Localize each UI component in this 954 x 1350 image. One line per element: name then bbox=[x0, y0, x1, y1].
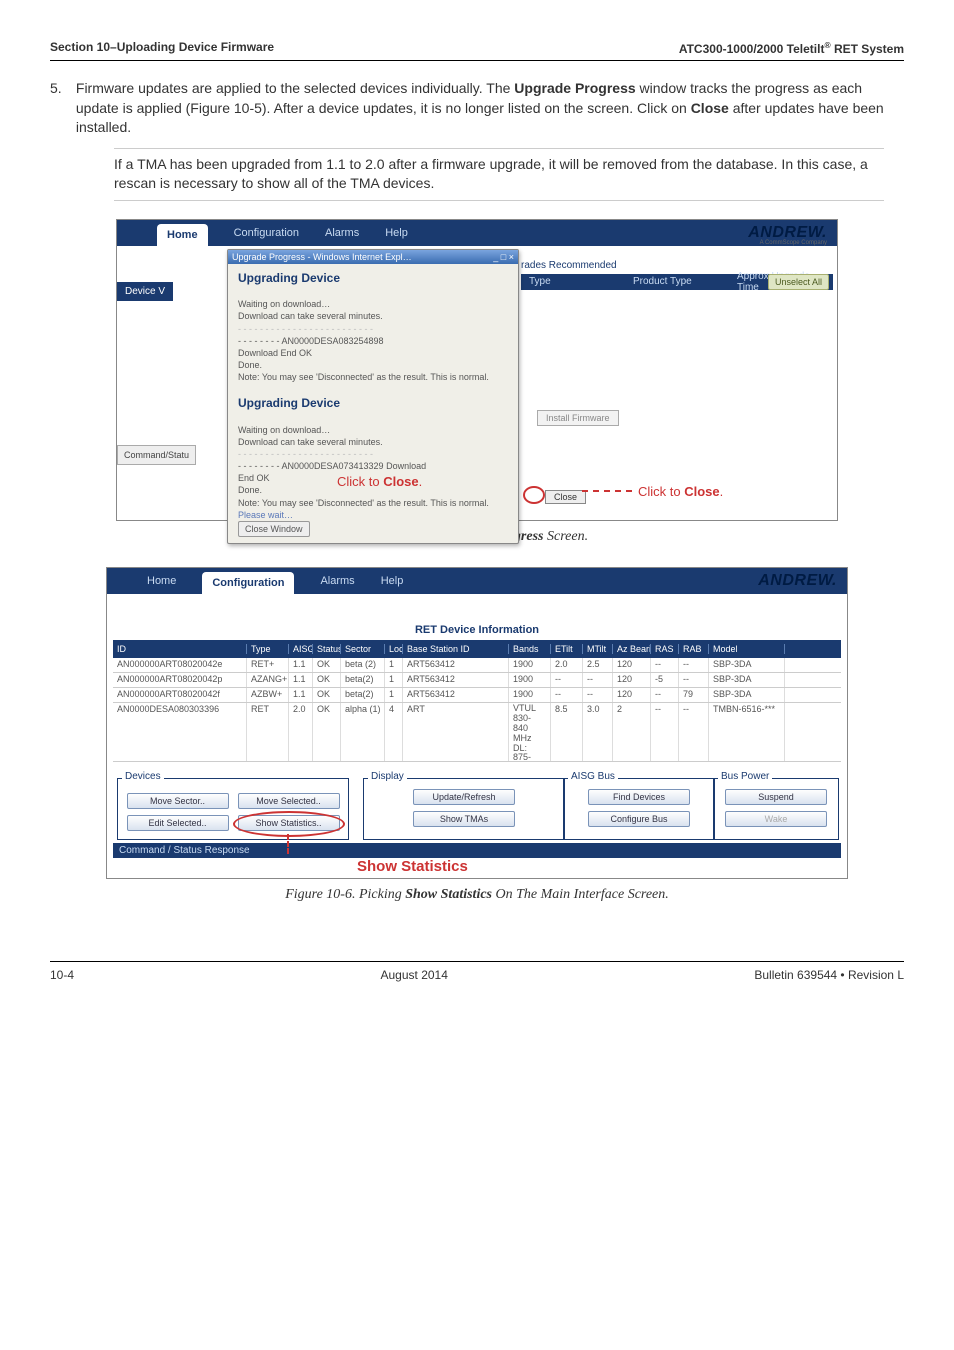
dialog-text: - - - - - - - - AN0000DESA073413329 Down… bbox=[238, 460, 508, 472]
label-rades-recommended: rades Recommended bbox=[521, 260, 617, 271]
tab-alarms[interactable]: Alarms bbox=[325, 220, 359, 246]
ret-title: RET Device Information bbox=[107, 624, 847, 636]
dialog-heading: Upgrading Device bbox=[238, 395, 508, 411]
tab-alarms[interactable]: Alarms bbox=[320, 568, 354, 594]
move-sector-button[interactable]: Move Sector.. bbox=[127, 793, 229, 809]
section-title: Section 10–Uploading Device Firmware bbox=[50, 40, 274, 56]
tab-help[interactable]: Help bbox=[385, 220, 408, 246]
tab-device[interactable]: Device V bbox=[117, 282, 173, 301]
note-box: If a TMA has been upgraded from 1.1 to 2… bbox=[114, 148, 884, 201]
edit-selected-button[interactable]: Edit Selected.. bbox=[127, 815, 229, 831]
footer-bulletin: Bulletin 639544 • Revision L bbox=[754, 968, 904, 982]
close-window-button[interactable]: Close Window bbox=[238, 521, 310, 537]
dialog-text: Waiting on download… bbox=[238, 424, 508, 436]
step-number: 5. bbox=[50, 79, 72, 99]
bus-power-group: Bus Power Suspend Wake bbox=[713, 778, 839, 840]
dialog-controls[interactable]: _ □ × bbox=[493, 252, 514, 262]
update-refresh-button[interactable]: Update/Refresh bbox=[413, 789, 515, 805]
tab-help[interactable]: Help bbox=[381, 568, 404, 594]
upgrade-progress-dialog: Upgrade Progress - Windows Internet Expl… bbox=[227, 249, 519, 544]
tab-config[interactable]: Configuration bbox=[234, 220, 299, 246]
close-circle-icon bbox=[523, 486, 545, 504]
wake-button[interactable]: Wake bbox=[725, 811, 827, 827]
table-header: IDTypeAISGStatusSectorLocationBase Stati… bbox=[113, 640, 841, 658]
tab-config[interactable]: Configuration bbox=[202, 572, 294, 594]
find-devices-button[interactable]: Find Devices bbox=[588, 789, 690, 805]
tab-home[interactable]: Home bbox=[157, 224, 208, 246]
tab-command-status[interactable]: Command/Statu bbox=[117, 445, 196, 465]
figure-10-6: Home Configuration Alarms Help ANDREW. R… bbox=[106, 567, 848, 879]
annotation-circle-icon bbox=[233, 811, 345, 837]
page-number: 10-4 bbox=[50, 968, 74, 982]
close-button[interactable]: Close bbox=[545, 490, 586, 504]
configure-bus-button[interactable]: Configure Bus bbox=[588, 811, 690, 827]
page-footer: 10-4 August 2014 Bulletin 639544 • Revis… bbox=[50, 961, 904, 982]
annotation-click-close: Click to Close. bbox=[337, 473, 422, 491]
step-paragraph: Firmware updates are applied to the sele… bbox=[76, 79, 886, 138]
dialog-text: Please wait… bbox=[238, 509, 508, 521]
dialog-text: Download can take several minutes. bbox=[238, 436, 508, 448]
dialog-text: Done. bbox=[238, 359, 508, 371]
tab-home[interactable]: Home bbox=[147, 568, 176, 594]
dialog-text: - - - - - - - - AN0000DESA083254898 bbox=[238, 335, 508, 347]
suspend-button[interactable]: Suspend bbox=[725, 789, 827, 805]
dialog-text: Waiting on download… bbox=[238, 298, 508, 310]
table-row[interactable]: AN000000ART08020042fAZBW+1.1OKbeta(2)1AR… bbox=[113, 688, 841, 703]
unselect-all-button[interactable]: Unselect All bbox=[768, 274, 829, 290]
table-row[interactable]: AN0000DESA080303396RET2.0OKalpha (1)4ART… bbox=[113, 703, 841, 762]
table-row[interactable]: AN000000ART08020042pAZANG+1.1OKbeta(2)1A… bbox=[113, 673, 841, 688]
brand-logo: ANDREW. bbox=[758, 572, 837, 590]
annotation-click-close: Click to Close. bbox=[582, 484, 723, 499]
dialog-text: Note: You may see 'Disconnected' as the … bbox=[238, 371, 508, 383]
footer-date: August 2014 bbox=[381, 968, 448, 982]
figure-10-5: Home Configuration Alarms Help ANDREW. A… bbox=[116, 219, 838, 521]
figure-caption: Figure 10-6. Picking Show Statistics On … bbox=[50, 887, 904, 903]
dialog-heading: Upgrading Device bbox=[238, 270, 508, 286]
annotation-show-statistics: Show Statistics bbox=[357, 858, 468, 875]
show-tmas-button[interactable]: Show TMAs bbox=[413, 811, 515, 827]
table-row[interactable]: AN000000ART08020042eRET+1.1OKbeta (2)1AR… bbox=[113, 658, 841, 673]
dialog-text: Download can take several minutes. bbox=[238, 310, 508, 322]
brand-sub: A CommScope Company bbox=[760, 240, 827, 246]
dialog-titlebar: Upgrade Progress - Windows Internet Expl… bbox=[228, 250, 518, 264]
install-firmware-button[interactable]: Install Firmware bbox=[537, 410, 619, 426]
move-selected-button[interactable]: Move Selected.. bbox=[238, 793, 340, 809]
aisg-bus-group: AISG Bus Find Devices Configure Bus bbox=[563, 778, 715, 840]
dialog-text: Note: You may see 'Disconnected' as the … bbox=[238, 497, 508, 509]
annotation-line bbox=[287, 834, 289, 854]
command-status-bar: Command / Status Response bbox=[113, 843, 841, 858]
dialog-text: Download End OK bbox=[238, 347, 508, 359]
system-title: ATC300-1000/2000 Teletilt® RET System bbox=[679, 40, 904, 56]
display-group: Display Update/Refresh Show TMAs bbox=[363, 778, 565, 840]
